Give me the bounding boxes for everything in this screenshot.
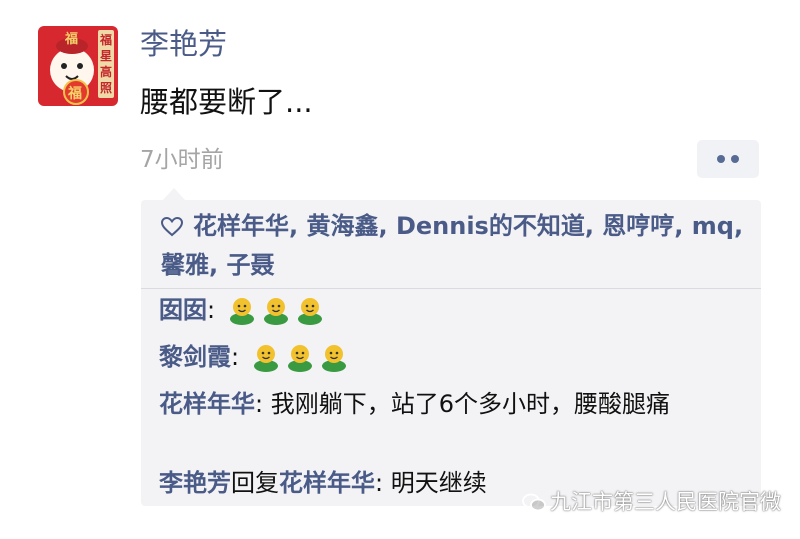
watermark: 九江市第三人民医院官微 bbox=[522, 488, 781, 520]
reply-target[interactable]: 花样年华 bbox=[279, 469, 375, 497]
comment-text: 明天继续 bbox=[390, 469, 487, 497]
wechat-icon bbox=[522, 492, 546, 520]
comment-author[interactable]: 花样年华 bbox=[159, 390, 255, 418]
avatar-top-char: 福 bbox=[65, 32, 79, 47]
comment-author[interactable]: 黎剑霞 bbox=[159, 343, 231, 371]
smiling-figure-icon bbox=[261, 295, 291, 335]
smiling-figure-icon bbox=[227, 295, 257, 335]
likes-list: 花样年华, 黄海鑫, Dennis的不知道, 恩哼哼, mq, 馨雅, 子聂 bbox=[160, 208, 749, 283]
comment-item[interactable]: 黎剑霞: bbox=[159, 339, 749, 382]
comment-author[interactable]: 囡囡 bbox=[159, 296, 207, 324]
watermark-text: 九江市第三人民医院官微 bbox=[550, 490, 781, 514]
post-time: 7小时前 bbox=[140, 147, 224, 173]
comment-item[interactable]: 囡囡: bbox=[159, 292, 749, 335]
heart-icon bbox=[160, 211, 184, 247]
post-text: 腰都要断了... bbox=[140, 85, 313, 119]
likes-comments-panel: 花样年华, 黄海鑫, Dennis的不知道, 恩哼哼, mq, 馨雅, 子聂 囡… bbox=[141, 188, 761, 506]
emoji-group bbox=[223, 296, 325, 325]
likes-names[interactable]: 花样年华, 黄海鑫, Dennis的不知道, 恩哼哼, mq, 馨雅, 子聂 bbox=[161, 212, 743, 279]
avatar-badge-char: 福 bbox=[68, 86, 82, 102]
smiling-figure-icon bbox=[285, 342, 315, 382]
smiling-figure-icon bbox=[295, 295, 325, 335]
more-options-button[interactable] bbox=[697, 140, 759, 178]
comment-text: 我刚躺下，站了6个多小时，腰酸腿痛 bbox=[270, 390, 670, 418]
reply-word: 回复 bbox=[231, 469, 279, 497]
comment-colon: : bbox=[375, 469, 391, 497]
smiling-figure-icon bbox=[251, 342, 281, 382]
smiling-figure-icon bbox=[319, 342, 349, 382]
emoji-group bbox=[247, 343, 349, 372]
more-dot-icon bbox=[731, 155, 739, 163]
comment-author[interactable]: 李艳芳 bbox=[159, 469, 231, 497]
author-name[interactable]: 李艳芳 bbox=[140, 24, 227, 64]
avatar-side-text: 福星高照 bbox=[100, 33, 113, 95]
avatar[interactable]: 福 福星高照 福 bbox=[38, 26, 118, 106]
comment-item[interactable]: 花样年华: 我刚躺下，站了6个多小时，腰酸腿痛 bbox=[159, 386, 749, 422]
comment-colon: : bbox=[231, 343, 247, 371]
more-dot-icon bbox=[717, 155, 725, 163]
comment-colon: : bbox=[255, 390, 271, 418]
comment-colon: : bbox=[207, 296, 223, 324]
divider bbox=[141, 288, 761, 289]
